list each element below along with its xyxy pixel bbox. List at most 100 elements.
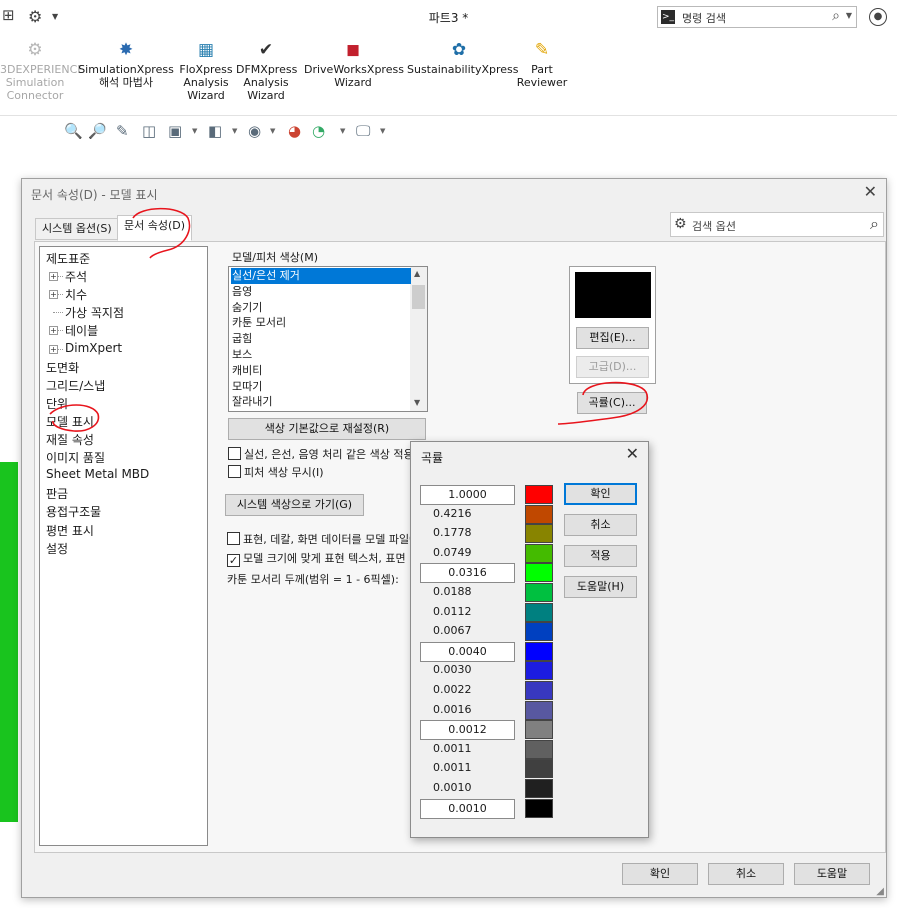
sustainabilityxpress-button[interactable]: ✿ SustainabilityXpress <box>407 40 519 76</box>
scene-chevron-icon[interactable]: ▼ <box>340 127 345 135</box>
view-orientation-icon[interactable]: ◧ <box>208 122 222 140</box>
model-feature-colors-list[interactable]: ▲ ▼ 실선/은선 제거 음영 숨기기 카툰 모서리 굽힘 보스 캐비티 모따기 잘라내기 <box>228 266 428 412</box>
curvature-color-bar[interactable] <box>525 798 553 818</box>
scroll-up-icon[interactable]: ▲ <box>414 269 420 278</box>
curvature-value-input[interactable]: 0.0010 <box>420 798 515 819</box>
edit-appearance-icon[interactable]: ◕ <box>288 122 301 140</box>
hide-show-items-icon[interactable]: ◉ <box>248 122 261 140</box>
view-settings-chevron-icon[interactable]: ▼ <box>380 127 385 135</box>
tab-system-options[interactable]: 시스템 옵션(S) <box>35 218 119 240</box>
command-search-input[interactable]: >_ 명령 검색 ⌕ ▼ <box>657 6 857 28</box>
curvature-value-input[interactable]: 0.0012 <box>420 720 515 741</box>
scroll-thumb[interactable] <box>412 285 425 309</box>
curvature-apply-button[interactable]: 적용 <box>564 545 637 567</box>
go-to-system-colors-button[interactable]: 시스템 색상으로 가기(G) <box>225 494 364 516</box>
chevron-down-icon[interactable]: ▼ <box>846 11 852 20</box>
curvature-value-input[interactable]: 0.0316 <box>420 563 515 584</box>
checkbox-box[interactable] <box>227 532 240 545</box>
curvature-color-bar[interactable] <box>525 543 553 563</box>
zoom-to-fit-icon[interactable]: 🔍 <box>64 122 83 140</box>
curvature-color-bar[interactable] <box>525 779 553 798</box>
list-item[interactable]: 잘라내기 <box>231 394 411 410</box>
tree-item[interactable]: 용접구조물 <box>46 503 101 520</box>
view-settings-icon[interactable]: 🖵 <box>356 122 370 140</box>
zoom-to-area-icon[interactable]: 🔎 <box>88 122 107 140</box>
search-options-input[interactable]: ⚙ 검색 옵션 ⌕ <box>670 212 884 237</box>
driveworksxpress-button[interactable]: ◼ DriveWorksXpress Wizard <box>304 40 404 89</box>
expand-icon[interactable]: + <box>49 290 58 300</box>
curvature-help-button[interactable]: 도움말(H) <box>564 576 637 598</box>
tree-item[interactable]: DimXpert <box>65 341 122 355</box>
curvature-color-bar[interactable] <box>525 583 553 602</box>
list-item[interactable]: 보스 <box>231 347 411 363</box>
curvature-color-bar[interactable] <box>525 602 553 622</box>
tree-item[interactable]: 테이블 <box>65 322 98 339</box>
help-button[interactable]: 도움말 <box>794 863 870 885</box>
apply-same-color-checkbox[interactable]: 실선, 은선, 음영 처리 같은 색상 적용 <box>228 446 414 462</box>
curvature-value-input[interactable]: 1.0000 <box>420 485 515 505</box>
tree-item[interactable]: 그리드/스냅 <box>46 377 105 394</box>
tree-item[interactable]: 도면화 <box>46 359 79 376</box>
curvature-color-bar[interactable] <box>525 563 553 583</box>
simulationxpress-button[interactable]: ✸ SimulationXpress 해석 마법사 <box>76 40 176 89</box>
3dexperience-simulation-connector-button[interactable]: ⚙ 3DEXPERIENCE Simulation Connector <box>0 40 84 102</box>
previous-view-icon[interactable]: ✎ <box>116 122 129 140</box>
ok-button[interactable]: 확인 <box>622 863 698 885</box>
tree-item[interactable]: 치수 <box>65 286 87 303</box>
tree-item[interactable]: Sheet Metal MBD <box>46 467 149 481</box>
curvature-color-bar[interactable] <box>525 700 553 720</box>
list-item[interactable]: 실선/은선 제거 <box>231 268 411 284</box>
list-item[interactable]: 캐비티 <box>231 363 411 379</box>
part-reviewer-button[interactable]: ✎ Part Reviewer <box>516 40 568 89</box>
close-icon[interactable]: ✕ <box>864 182 877 201</box>
curvature-color-bar[interactable] <box>525 759 553 779</box>
checkbox-box[interactable]: ✓ <box>227 554 240 567</box>
section-view-icon[interactable]: ◫ <box>142 122 156 140</box>
curvature-color-bar[interactable] <box>525 661 553 681</box>
list-item[interactable]: 음영 <box>231 284 411 300</box>
curvature-value-input[interactable]: 0.0040 <box>420 641 515 662</box>
cancel-button[interactable]: 취소 <box>708 863 784 885</box>
curvature-color-bar[interactable] <box>525 622 553 642</box>
close-icon[interactable]: ✕ <box>626 444 639 463</box>
tree-item[interactable]: 재질 속성 <box>46 431 94 448</box>
expand-icon[interactable]: + <box>49 344 58 354</box>
tree-item[interactable]: 판금 <box>46 485 68 502</box>
edit-color-button[interactable]: 편집(E)... <box>576 327 649 349</box>
curvature-color-bar[interactable] <box>525 641 553 661</box>
list-item[interactable]: 카툰 모서리 <box>231 315 411 331</box>
user-account-icon[interactable]: ● <box>869 8 887 26</box>
list-item[interactable]: 모따기 <box>231 379 411 395</box>
reset-colors-button[interactable]: 색상 기본값으로 재설정(R) <box>228 418 426 440</box>
tree-item[interactable]: 설정 <box>46 540 68 557</box>
list-item[interactable]: 숨기기 <box>231 300 411 316</box>
ignore-feature-colors-checkbox[interactable]: 피처 색상 무시(I) <box>228 464 324 480</box>
tree-item[interactable]: 주석 <box>65 268 87 285</box>
tree-item[interactable]: 단위 <box>46 395 68 412</box>
scroll-down-icon[interactable]: ▼ <box>414 398 420 407</box>
apply-scene-icon[interactable]: ◔ <box>312 122 325 140</box>
curvature-ok-button[interactable]: 확인 <box>564 483 637 505</box>
tree-item[interactable]: 가상 꼭지점 <box>65 304 124 321</box>
curvature-color-bar[interactable] <box>525 485 553 504</box>
display-style-chevron-icon[interactable]: ▼ <box>232 127 237 135</box>
curvature-button[interactable]: 곡률(C)... <box>577 392 647 414</box>
tree-item[interactable]: 제도표준 <box>46 250 90 267</box>
hide-show-chevron-icon[interactable]: ▼ <box>270 127 275 135</box>
tree-item[interactable]: 평면 표시 <box>46 522 94 539</box>
list-scrollbar[interactable]: ▲ ▼ <box>410 267 427 411</box>
list-item[interactable]: 굽힘 <box>231 331 411 347</box>
curvature-color-bar[interactable] <box>525 681 553 700</box>
search-icon[interactable]: ⌕ <box>870 214 879 234</box>
tab-document-properties[interactable]: 문서 속성(D) <box>117 215 193 241</box>
tree-item[interactable]: 이미지 품질 <box>46 449 105 466</box>
checkbox-box[interactable] <box>228 465 241 478</box>
expand-icon[interactable]: + <box>49 272 58 282</box>
curvature-color-bar[interactable] <box>525 739 553 759</box>
view-orientation-chevron-icon[interactable]: ▼ <box>192 127 197 135</box>
resize-grip-icon[interactable]: ◢ <box>876 886 884 897</box>
curvature-cancel-button[interactable]: 취소 <box>564 514 637 536</box>
curvature-color-bar[interactable] <box>525 524 553 544</box>
curvature-color-bar[interactable] <box>525 720 553 740</box>
floxpress-button[interactable]: ▦ FloXpress Analysis Wizard <box>178 40 234 102</box>
